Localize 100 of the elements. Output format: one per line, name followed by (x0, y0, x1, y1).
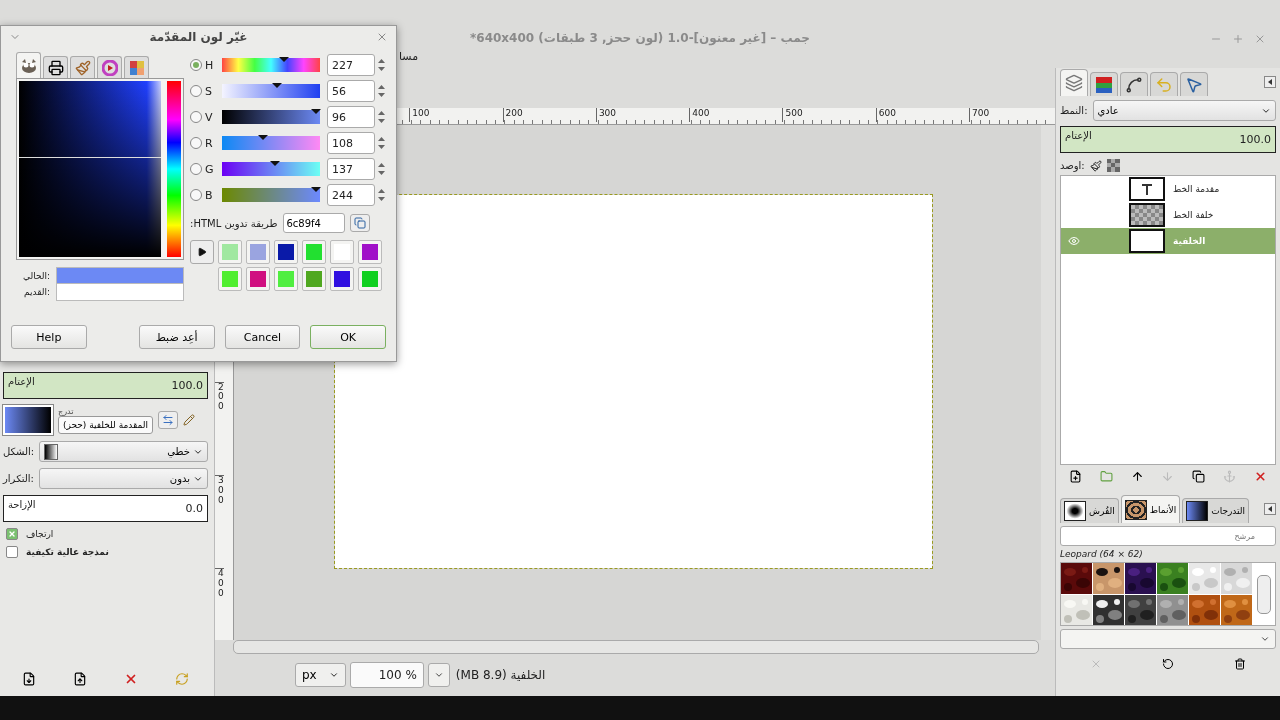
menu-item[interactable]: مسا (399, 50, 419, 68)
close-icon[interactable] (376, 31, 388, 43)
mode-dropdown[interactable]: عادي (1092, 100, 1276, 121)
color-swatch[interactable] (302, 240, 326, 264)
filter-field[interactable]: مرشح (1060, 526, 1276, 546)
radio-button[interactable] (190, 59, 202, 71)
radio-button[interactable] (190, 85, 202, 97)
color-swatch[interactable] (330, 240, 354, 264)
layers-icon (1065, 74, 1083, 92)
eyedropper-button[interactable] (349, 214, 370, 232)
zoom-field[interactable]: 100 % (349, 662, 424, 688)
value-field[interactable]: 56 (327, 80, 375, 102)
gradient-preview[interactable] (3, 405, 53, 435)
ruler-label: 300 (595, 108, 690, 122)
current-label: الحالي: (21, 271, 50, 281)
slider-track[interactable] (222, 162, 320, 176)
swap-button[interactable] (158, 411, 179, 429)
edit-icon[interactable] (183, 414, 196, 426)
spin-arrows-icon[interactable] (378, 58, 385, 72)
folder-button[interactable] (1099, 469, 1113, 483)
swap-arrows-icon[interactable] (162, 414, 175, 426)
restore-button[interactable] (72, 672, 87, 686)
color-swatch[interactable] (330, 267, 354, 291)
value-field[interactable]: 108 (327, 132, 375, 154)
checkbox[interactable] (6, 546, 18, 558)
window-title: جمب – [غير معنون]-1.0 (لون ححز, 3 طبقات) 640x400* (470, 31, 810, 45)
dialog-button[interactable]: OK (310, 325, 386, 349)
ruler-label: 600 (875, 108, 970, 122)
color-swatch[interactable] (246, 240, 270, 264)
play-icon[interactable] (190, 240, 214, 264)
trash-button[interactable] (1234, 658, 1246, 670)
layer-row[interactable]: مقدمة الخط (1061, 176, 1275, 202)
spin-arrows-icon[interactable] (378, 162, 385, 176)
selector-tab[interactable] (43, 56, 68, 78)
radio-button[interactable] (190, 111, 202, 123)
new-layer-button[interactable] (1068, 469, 1082, 483)
spin-arrows-icon[interactable] (378, 84, 385, 98)
status-text: الخلفية (MB 8.9) (455, 668, 546, 682)
gradient-name-field[interactable]: المقدمة للخلفية (ححز) (58, 415, 154, 434)
spin-arrows-icon[interactable] (378, 136, 385, 150)
stacked-bars-icon (1094, 75, 1114, 94)
panel-tab[interactable]: التدرجات (1182, 498, 1249, 523)
layer-name: الخلفية (1173, 236, 1206, 246)
panel-tab[interactable] (1090, 72, 1118, 96)
ruler-label: 200 (215, 381, 224, 475)
scrollbar[interactable] (1257, 575, 1271, 614)
color-square[interactable] (19, 81, 161, 257)
caret-icon[interactable] (1260, 634, 1270, 644)
slider-track[interactable] (222, 136, 320, 150)
slider-track[interactable] (222, 84, 320, 98)
caret-icon[interactable] (328, 670, 339, 680)
value-field[interactable]: 96 (327, 106, 375, 128)
spin-arrows-icon[interactable] (378, 188, 385, 202)
palette-icon (128, 59, 145, 76)
slider-track[interactable] (222, 58, 320, 72)
panel-tab[interactable]: الأنماط (1120, 495, 1181, 523)
delete-button[interactable] (1254, 469, 1267, 483)
value-field[interactable]: 244 (327, 184, 375, 206)
color-swatch[interactable] (218, 267, 242, 291)
radio-button[interactable] (190, 163, 202, 175)
selector-tab[interactable] (16, 52, 41, 78)
panel-tab[interactable]: الفُرش (1060, 498, 1119, 523)
unit-dropdown[interactable]: px (295, 663, 346, 687)
dialog-button[interactable]: Help (11, 325, 87, 349)
dialog-button[interactable]: Cancel (224, 325, 301, 349)
refresh-button[interactable] (1162, 658, 1174, 670)
panel-tab[interactable] (1180, 72, 1208, 96)
checker-lock-icon[interactable] (1106, 159, 1120, 172)
raise-button[interactable] (1130, 469, 1144, 483)
hex-field[interactable]: 6c89f4 (282, 213, 345, 233)
ruler-label: 500 (782, 108, 876, 122)
duplicate-button[interactable] (1192, 469, 1206, 483)
color-swatch[interactable] (274, 240, 298, 264)
pointer-icon (1185, 75, 1203, 94)
horizontal-scrollbar[interactable] (233, 640, 1039, 654)
color-swatch[interactable] (358, 267, 382, 291)
radio-button[interactable] (190, 137, 202, 149)
gradient-label: تدرج (58, 406, 74, 416)
value-field[interactable]: 227 (327, 54, 375, 76)
color-swatch[interactable] (246, 267, 270, 291)
dialog-button[interactable]: أعِد ضبط (138, 325, 215, 349)
panel-tab[interactable] (1060, 69, 1088, 96)
color-swatch[interactable] (302, 267, 326, 291)
color-wheel-icon (101, 59, 118, 76)
color-swatch[interactable] (274, 267, 298, 291)
brush-lock-icon[interactable] (1089, 159, 1102, 172)
value-field[interactable]: 137 (327, 158, 375, 180)
layer-row[interactable]: خلفة الخط (1061, 202, 1275, 228)
spin-arrows-icon[interactable] (378, 110, 385, 124)
vertical-scrollbar[interactable] (1041, 125, 1055, 640)
radio-button[interactable] (190, 189, 202, 201)
slider-track[interactable] (222, 188, 320, 202)
save-options-button[interactable] (21, 672, 36, 686)
hue-strip[interactable] (167, 81, 181, 257)
color-swatch[interactable] (218, 240, 242, 264)
repeat-dropdown[interactable]: بدون (38, 468, 208, 489)
color-swatch[interactable] (358, 240, 382, 264)
panel-tab[interactable] (1120, 72, 1148, 96)
shape-dropdown[interactable]: خطي (39, 441, 208, 462)
printer-icon (47, 59, 64, 76)
